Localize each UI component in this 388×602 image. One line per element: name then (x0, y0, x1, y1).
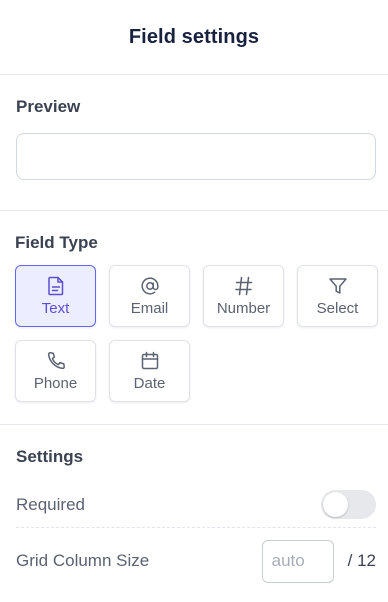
settings-section: Settings Required Grid Column Size / 12 (0, 425, 388, 594)
preview-title: Preview (16, 97, 81, 116)
field-type-text-button[interactable]: Text (15, 265, 96, 327)
field-type-label: Phone (33, 374, 78, 392)
grid-column-row: Grid Column Size / 12 (16, 528, 376, 594)
field-type-section: Field Type Text Email Number Select Phon… (0, 211, 388, 425)
field-type-label: Text (41, 299, 70, 317)
required-row: Required (16, 482, 376, 528)
field-type-grid: Text Email Number Select Phone Date (15, 265, 378, 402)
grid-column-controls: / 12 (261, 539, 376, 583)
grid-column-size-input[interactable] (261, 539, 334, 583)
field-type-number-button[interactable]: Number (203, 265, 284, 327)
page-title: Field settings (128, 25, 260, 48)
filter-icon (328, 275, 348, 297)
preview-section: Preview (0, 75, 388, 211)
field-type-label: Date (133, 374, 166, 392)
phone-icon (46, 350, 66, 372)
hash-icon (234, 275, 253, 297)
field-type-phone-button[interactable]: Phone (15, 340, 96, 402)
panel-header: Field settings (0, 0, 388, 75)
toggle-knob (323, 492, 348, 517)
field-type-label: Email (130, 299, 169, 317)
calendar-icon (140, 350, 160, 372)
field-type-title: Field Type (15, 233, 98, 252)
field-settings-panel: Field settings Preview Field Type Text E… (0, 0, 388, 602)
preview-input[interactable] (16, 133, 376, 180)
settings-title: Settings (16, 447, 84, 466)
field-type-email-button[interactable]: Email (109, 265, 190, 327)
at-icon (140, 275, 160, 297)
field-type-select-button[interactable]: Select (297, 265, 378, 327)
field-type-date-button[interactable]: Date (109, 340, 190, 402)
field-type-label: Number (216, 299, 271, 317)
required-label: Required (16, 494, 85, 514)
grid-column-label: Grid Column Size (16, 551, 150, 570)
field-type-label: Select (316, 299, 359, 317)
required-toggle[interactable] (321, 490, 376, 519)
document-icon (47, 275, 65, 297)
grid-column-suffix: / 12 (347, 551, 376, 570)
